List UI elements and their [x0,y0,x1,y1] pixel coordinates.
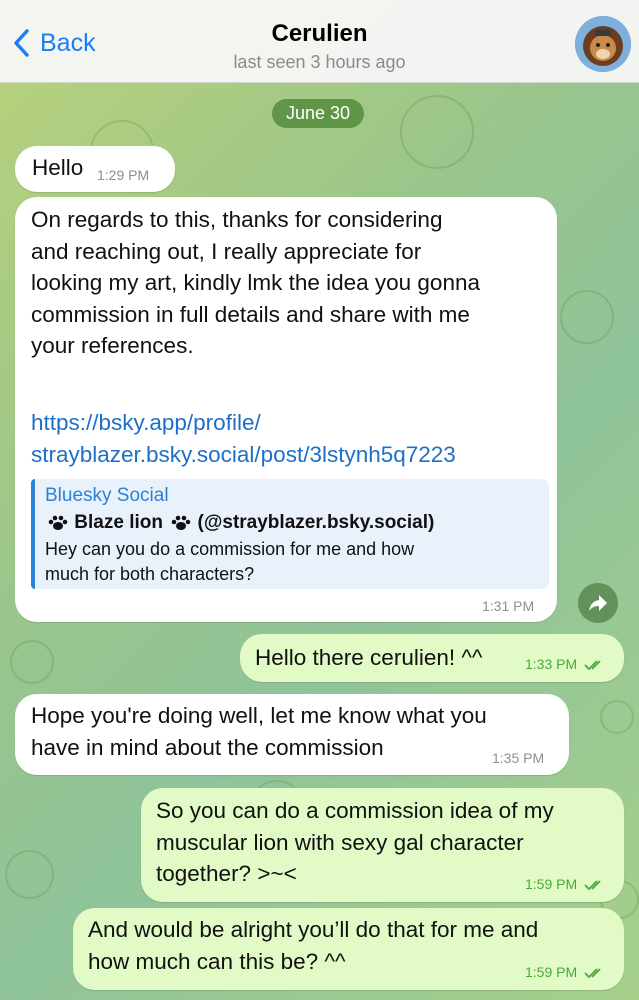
message-time: 1:29 PM [97,167,150,183]
chat-title: Cerulien [271,20,368,47]
message-text: On regards to this, thanks for consideri… [31,207,480,358]
message-text: Hello [32,155,84,180]
message-text: So you can do a commission idea of my mu… [156,798,554,886]
double-check-icon [584,968,601,979]
date-separator: June 30 [272,99,364,128]
double-check-icon [584,660,601,671]
message-time: 1:33 PM [525,656,606,672]
message-time: 1:31 PM [482,598,535,614]
paw-print-icon [171,515,191,530]
message-link[interactable]: https://bsky.app/profile/ strayblazer.bs… [31,407,456,470]
message-bubble-outgoing[interactable]: So you can do a commission idea of my mu… [141,788,624,902]
message-text: Hope you're doing well, let me know what… [31,703,487,760]
message-time: 1:35 PM [492,750,545,766]
lion-avatar-image [575,16,631,72]
link-preview-card[interactable]: Bluesky Social Blaze lion (@strayblazer.… [31,479,549,589]
link-preview-site: Bluesky Social [45,485,169,506]
link-preview-description: Hey can you do a commission for me and h… [45,539,415,584]
message-time: 1:59 PM [525,964,606,980]
paw-print-icon [48,515,68,530]
last-seen-status: last seen 3 hours ago [233,52,406,72]
chat-title-area[interactable]: Cerulien last seen 3 hours ago [0,20,639,73]
message-text: And would be alright you’ll do that for … [88,917,539,974]
double-check-icon [584,880,601,891]
message-bubble-incoming[interactable]: Hope you're doing well, let me know what… [15,694,569,775]
message-bubble-incoming[interactable]: Hello 1:29 PM [15,146,175,192]
share-button[interactable] [578,583,618,623]
message-text: Hello there cerulien! ^^ [255,645,483,670]
avatar[interactable] [575,16,631,72]
message-time: 1:59 PM [525,876,606,892]
link-preview-title: Blaze lion (@strayblazer.bsky.social) [45,512,434,534]
chat-header: Back Cerulien last seen 3 hours ago [0,0,639,83]
message-bubble-outgoing[interactable]: Hello there cerulien! ^^ 1:33 PM [240,634,624,682]
message-bubble-outgoing[interactable]: And would be alright you’ll do that for … [73,908,624,990]
share-arrow-icon [589,595,607,611]
